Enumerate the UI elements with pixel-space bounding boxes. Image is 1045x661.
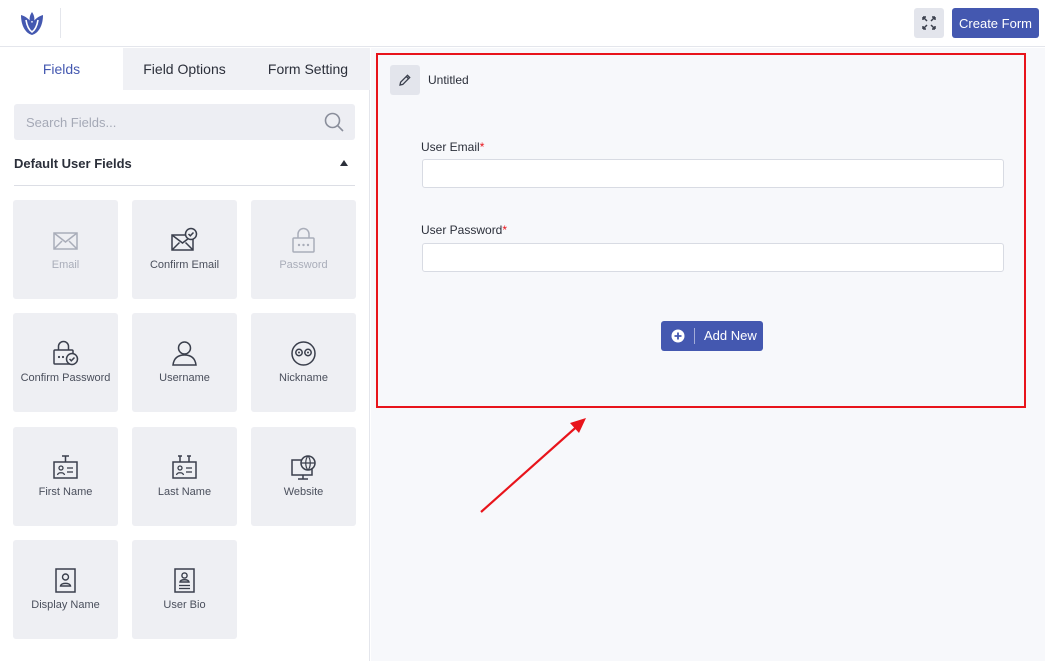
field-card-label: Display Name	[31, 599, 100, 611]
field-card-label: Last Name	[157, 486, 212, 498]
id-badge-icon	[172, 455, 197, 479]
label-text: User Email	[421, 140, 480, 154]
field-card-label: Email	[51, 259, 80, 271]
add-new-button[interactable]: Add New	[661, 321, 763, 351]
user-email-label: User Email*	[421, 140, 484, 154]
user-password-label: User Password*	[421, 223, 507, 237]
required-mark: *	[502, 223, 508, 237]
create-form-button[interactable]: Create Form	[952, 8, 1039, 38]
field-card-label: Password	[279, 259, 328, 271]
user-email-input[interactable]	[422, 159, 1004, 188]
field-card-display-name[interactable]: Display Name	[13, 540, 118, 639]
field-card-nickname[interactable]: Nickname	[251, 313, 356, 412]
field-card-website[interactable]: Website	[251, 427, 356, 526]
lock-icon	[292, 227, 315, 253]
top-bar: Create Form	[0, 0, 1045, 47]
field-card-label: User Bio	[163, 599, 206, 611]
fullscreen-button[interactable]	[914, 8, 944, 38]
sidebar-tabs: Fields Field Options Form Setting	[0, 48, 370, 90]
field-card-confirm-email[interactable]: Confirm Email	[132, 200, 237, 299]
caret-up-icon[interactable]	[339, 158, 349, 168]
tab-field-options[interactable]: Field Options	[123, 48, 246, 90]
label-text: User Password	[421, 223, 503, 237]
field-card-last-name[interactable]: Last Name	[132, 427, 237, 526]
field-card-label: First Name	[38, 486, 93, 498]
field-card-label: Confirm Email	[149, 259, 220, 271]
field-card-password[interactable]: Password	[251, 200, 356, 299]
field-card-user-bio[interactable]: User Bio	[132, 540, 237, 639]
form-preview: Untitled User Email* User Password* Add …	[376, 53, 1026, 408]
tab-form-setting[interactable]: Form Setting	[246, 48, 370, 90]
fullscreen-expand-icon	[922, 16, 936, 30]
form-canvas: Untitled User Email* User Password* Add …	[371, 48, 1045, 661]
lock-check-icon	[53, 340, 79, 366]
field-card-confirm-password[interactable]: Confirm Password	[13, 313, 118, 412]
edit-title-button[interactable]	[390, 65, 420, 95]
form-title[interactable]: Untitled	[428, 73, 469, 87]
user-password-input[interactable]	[422, 243, 1004, 272]
search-placeholder: Search Fields...	[26, 115, 117, 130]
tulip-logo-icon[interactable]	[18, 9, 46, 37]
globe-monitor-icon	[291, 455, 316, 480]
id-badge-icon	[53, 455, 78, 479]
search-icon	[324, 112, 344, 132]
section-divider	[14, 185, 355, 186]
user-icon	[172, 341, 197, 366]
logo-divider	[60, 8, 61, 38]
profile-card-icon	[55, 568, 76, 593]
required-mark: *	[479, 140, 485, 154]
mask-icon	[291, 341, 316, 366]
pencil-icon	[399, 74, 411, 86]
field-card-username[interactable]: Username	[132, 313, 237, 412]
field-card-label: Website	[283, 486, 324, 498]
field-sidebar: Fields Field Options Form Setting Search…	[0, 48, 370, 661]
envelope-icon	[53, 232, 78, 250]
field-card-label: Username	[159, 372, 210, 384]
profile-doc-icon	[174, 568, 195, 593]
section-title: Default User Fields	[14, 156, 132, 171]
tab-fields[interactable]: Fields	[0, 48, 123, 90]
envelope-check-icon	[171, 227, 198, 251]
plus-circle-icon	[671, 329, 685, 343]
field-card-label: Confirm Password	[20, 372, 111, 384]
button-divider	[694, 328, 695, 344]
search-fields-input[interactable]: Search Fields...	[14, 104, 355, 140]
field-card-email[interactable]: Email	[13, 200, 118, 299]
field-card-first-name[interactable]: First Name	[13, 427, 118, 526]
add-new-label: Add New	[704, 328, 757, 343]
field-card-label: Nickname	[279, 372, 328, 384]
